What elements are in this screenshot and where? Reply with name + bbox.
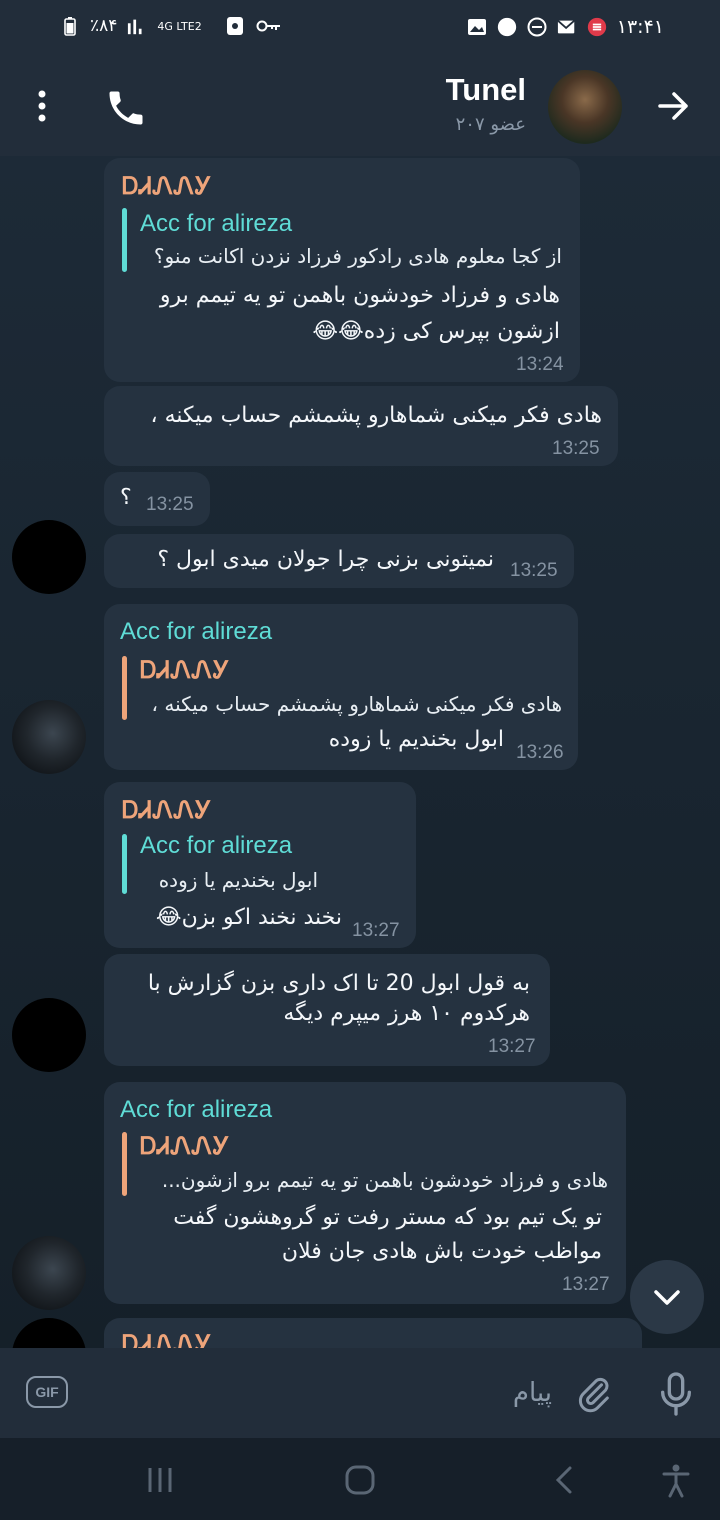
arrow-right-icon[interactable] bbox=[654, 86, 694, 126]
recent-apps-icon[interactable] bbox=[142, 1462, 182, 1498]
member-count: ۲۰۷ عضو bbox=[455, 114, 526, 135]
group-avatar[interactable] bbox=[548, 70, 622, 144]
reply-bar bbox=[122, 656, 127, 720]
reply-text[interactable]: ابول بخندیم یا زوده bbox=[159, 868, 318, 892]
sender-name[interactable]: ᎠᏗᏁᏁᎩ bbox=[122, 796, 212, 824]
chat-title[interactable]: Tunel bbox=[446, 72, 526, 108]
message-time: 13:27 bbox=[562, 1274, 610, 1295]
reply-bar bbox=[122, 208, 127, 272]
message-bubble[interactable]: ᎠᏗᏁᏁᎩ bbox=[104, 1318, 642, 1348]
accessibility-icon[interactable] bbox=[658, 1462, 698, 1498]
message-time: 13:27 bbox=[488, 1036, 536, 1057]
message-time: 13:25 bbox=[510, 560, 558, 581]
message-list[interactable]: ᎠᏗᏁᏁᎩ Acc for alireza از کجا معلوم هادی … bbox=[0, 156, 720, 1348]
mail-icon bbox=[557, 17, 577, 37]
message-text: ابول بخندیم یا زوده bbox=[328, 727, 504, 752]
more-vertical-icon[interactable] bbox=[28, 86, 56, 126]
paperclip-icon[interactable] bbox=[574, 1374, 614, 1414]
message-text: تو یک تیم بود که مستر رفت تو گروهشون گفت bbox=[173, 1205, 602, 1230]
reply-text[interactable]: هادی و فرزاد خودشون باهمن تو یه تیمم برو… bbox=[162, 1168, 608, 1192]
message-time: 13:27 bbox=[352, 920, 400, 941]
message-text: هرکدوم ۱۰ هرز میپرم دیگه bbox=[283, 1001, 530, 1026]
phone-icon[interactable] bbox=[104, 86, 148, 130]
clock: ۱۳:۴۱ bbox=[616, 16, 664, 38]
message-text: هادی و فرزاد خودشون باهمن تو یه تیمم برو bbox=[159, 283, 560, 308]
reply-sender[interactable]: ᎠᏗᏁᏁᎩ bbox=[140, 1132, 230, 1160]
message-text: نمیتونی بزنی چرا جولان میدی ابول ؟ bbox=[157, 547, 494, 572]
reply-sender[interactable]: Acc for alireza bbox=[140, 210, 292, 238]
avatar[interactable] bbox=[12, 700, 86, 774]
back-icon[interactable] bbox=[546, 1462, 586, 1498]
sender-name[interactable]: Acc for alireza bbox=[120, 618, 272, 646]
key-icon bbox=[255, 16, 283, 36]
chevron-down-icon bbox=[654, 1290, 680, 1305]
message-text: ؟ bbox=[120, 485, 132, 510]
battery-percent: ٪۸۴ bbox=[90, 16, 118, 36]
reply-text[interactable]: از کجا معلوم هادی رادکور فرزاد نزدن اکان… bbox=[154, 244, 562, 268]
reply-bar bbox=[122, 1132, 127, 1196]
message-bubble[interactable]: نمیتونی بزنی چرا جولان میدی ابول ؟ 13:25 bbox=[104, 534, 574, 588]
message-composer: GIF bbox=[0, 1348, 720, 1438]
circle-icon bbox=[497, 17, 517, 37]
sender-name[interactable]: ᎠᏗᏁᏁᎩ bbox=[122, 1330, 212, 1348]
network-type: 4G LTE2 bbox=[157, 19, 202, 33]
message-bubble[interactable]: Acc for alireza ᎠᏗᏁᏁᎩ هادی فکر میکنی شما… bbox=[104, 604, 578, 770]
avatar[interactable] bbox=[12, 520, 86, 594]
message-bubble[interactable]: به قول ابول 20 تا اک داری بزن گزارش با ه… bbox=[104, 954, 550, 1066]
sender-name[interactable]: Acc for alireza bbox=[120, 1096, 272, 1124]
home-icon[interactable] bbox=[342, 1462, 382, 1498]
reply-bar bbox=[122, 834, 127, 894]
message-time: 13:25 bbox=[146, 494, 194, 515]
gif-button[interactable]: GIF bbox=[26, 1376, 68, 1408]
app-badge-icon bbox=[587, 17, 607, 37]
scroll-down-button[interactable] bbox=[630, 1260, 704, 1334]
status-left: ٪۸۴ 4G LTE2 bbox=[60, 16, 283, 36]
message-bubble[interactable]: ᎠᏗᏁᏁᎩ Acc for alireza ابول بخندیم یا زود… bbox=[104, 782, 416, 948]
sender-name[interactable]: ᎠᏗᏁᏁᎩ bbox=[122, 172, 212, 200]
message-time: 13:24 bbox=[516, 354, 564, 375]
battery-icon bbox=[60, 16, 80, 36]
message-bubble[interactable]: ᎠᏗᏁᏁᎩ Acc for alireza از کجا معلوم هادی … bbox=[104, 158, 580, 382]
message-text: نخند نخند اکو بزن😂 bbox=[155, 905, 342, 930]
reply-sender[interactable]: Acc for alireza bbox=[140, 832, 292, 860]
reply-sender[interactable]: ᎠᏗᏁᏁᎩ bbox=[140, 656, 230, 684]
avatar[interactable] bbox=[12, 1236, 86, 1310]
image-icon bbox=[467, 17, 487, 37]
microphone-icon[interactable] bbox=[656, 1370, 696, 1418]
chat-header: Tunel ۲۰۷ عضو bbox=[0, 58, 720, 156]
status-bar: ٪۸۴ 4G LTE2 ۱۳:۴۱ bbox=[0, 0, 720, 58]
signal-icon bbox=[127, 16, 147, 36]
dnd-icon bbox=[527, 17, 547, 37]
message-bubble[interactable]: Acc for alireza ᎠᏗᏁᏁᎩ هادی و فرزاد خودشو… bbox=[104, 1082, 626, 1304]
message-time: 13:25 bbox=[552, 438, 600, 459]
message-bubble[interactable]: ؟ 13:25 bbox=[104, 472, 210, 526]
avatar[interactable] bbox=[12, 1318, 86, 1348]
message-input[interactable] bbox=[90, 1372, 554, 1414]
system-nav-bar bbox=[0, 1438, 720, 1520]
status-right: ۱۳:۴۱ bbox=[467, 16, 664, 38]
reply-text[interactable]: هادی فکر میکنی شماهارو پشمشم حساب میکنه … bbox=[152, 692, 562, 716]
message-text: مواظب خودت باش هادی جان فلان bbox=[281, 1239, 602, 1264]
message-text: ازشون بپرس کی زده😂😂 bbox=[312, 319, 560, 344]
message-bubble[interactable]: هادی فکر میکنی شماهارو پشمشم حساب میکنه … bbox=[104, 386, 618, 466]
message-text: هادی فکر میکنی شماهارو پشمشم حساب میکنه … bbox=[150, 403, 602, 428]
avatar[interactable] bbox=[12, 998, 86, 1072]
message-time: 13:26 bbox=[516, 742, 564, 763]
usb-icon bbox=[225, 16, 245, 36]
